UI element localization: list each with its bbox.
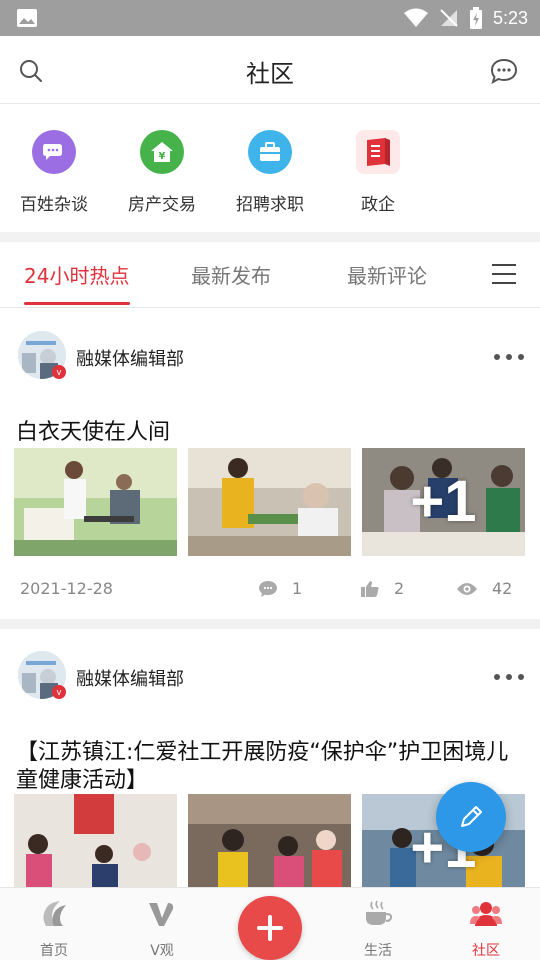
verified-badge: v <box>52 685 66 699</box>
comment-stat[interactable]: 1 <box>258 579 302 598</box>
more-images-count: +1 <box>410 469 477 534</box>
category-label: 招聘求职 <box>236 195 304 215</box>
eye-icon <box>457 582 477 595</box>
message-icon[interactable] <box>490 58 518 84</box>
view-count: 42 <box>492 579 513 598</box>
post-image[interactable] <box>188 794 351 887</box>
battery-icon <box>469 7 482 29</box>
svg-text:¥: ¥ <box>159 151 166 162</box>
post-date: 2021-12-28 <box>20 579 113 598</box>
post-author[interactable]: 融媒体编辑部 <box>76 345 184 371</box>
comment-icon <box>259 580 277 597</box>
post-image[interactable] <box>14 448 177 556</box>
more-options-icon[interactable] <box>494 354 524 362</box>
compose-button[interactable] <box>436 782 506 852</box>
nav-vview[interactable]: V观 <box>108 888 216 960</box>
thumbs-up-icon <box>361 580 379 597</box>
v-icon <box>149 903 174 926</box>
plus-icon <box>257 915 283 941</box>
image-notification-icon <box>17 9 37 27</box>
like-count: 2 <box>394 579 405 598</box>
category-housing[interactable]: ¥ 房产交易 <box>108 104 216 232</box>
category-jobs[interactable]: 招聘求职 <box>216 104 324 232</box>
house-yuan-icon: ¥ <box>140 130 184 174</box>
app-header: 社区 <box>0 36 540 104</box>
view-stat: 42 <box>456 579 512 598</box>
category-row: 百姓杂谈 ¥ 房产交易 招聘求职 政企 <box>0 104 540 232</box>
briefcase-icon <box>248 130 292 174</box>
tab-hot[interactable]: 24小时热点 <box>24 260 129 289</box>
category-gov[interactable]: 政企 <box>324 104 432 232</box>
chat-bubbles-icon <box>32 130 76 174</box>
verified-badge: v <box>52 365 66 379</box>
post-divider <box>0 619 540 629</box>
post-title[interactable]: 【江苏镇江:仁爱社工开展防疫“保护伞”护卫困境儿童健康活动】 <box>16 739 524 795</box>
tab-underline <box>24 302 130 305</box>
status-bar: 5:23 <box>0 0 540 36</box>
category-label: 房产交易 <box>128 195 196 215</box>
tab-latest-comments[interactable]: 最新评论 <box>347 260 427 289</box>
status-time: 5:23 <box>492 7 528 28</box>
nav-label: 生活 <box>364 943 392 959</box>
nav-label: 社区 <box>472 943 500 959</box>
page-title: 社区 <box>246 60 294 88</box>
post-author[interactable]: 融媒体编辑部 <box>76 665 184 691</box>
book-icon <box>356 130 400 174</box>
post-image[interactable] <box>14 794 177 887</box>
category-label: 政企 <box>361 195 395 215</box>
tab-latest[interactable]: 最新发布 <box>191 260 271 289</box>
menu-icon[interactable] <box>492 264 516 284</box>
pencil-icon <box>461 806 482 827</box>
community-icon <box>470 902 502 926</box>
nav-life[interactable]: 生活 <box>324 888 432 960</box>
post-image[interactable] <box>188 448 351 556</box>
like-stat[interactable]: 2 <box>360 579 404 598</box>
post-title[interactable]: 白衣天使在人间 <box>16 419 524 447</box>
no-signal-icon <box>440 9 458 27</box>
tab-bar: 24小时热点 最新发布 最新评论 <box>0 242 540 308</box>
nav-home[interactable]: 首页 <box>0 888 108 960</box>
coffee-cup-icon <box>366 900 393 925</box>
wifi-icon <box>403 8 428 27</box>
more-options-icon[interactable] <box>494 674 524 682</box>
post-image[interactable]: +1 <box>362 448 525 556</box>
section-divider <box>0 232 540 242</box>
post-meta: 2021-12-28 1 2 42 <box>20 579 520 603</box>
post-card[interactable]: v 融媒体编辑部 白衣天使在人间 +1 2021-12-28 1 2 42 <box>0 309 540 619</box>
nav-label: 首页 <box>40 943 68 959</box>
publish-button[interactable] <box>238 896 302 960</box>
post-images: +1 <box>14 448 526 556</box>
category-label: 百姓杂谈 <box>20 195 88 215</box>
comment-count: 1 <box>292 579 303 598</box>
bottom-nav: 首页 V观 生活 社区 <box>0 887 540 960</box>
nav-label: V观 <box>150 943 174 959</box>
home-logo-icon <box>43 901 66 926</box>
category-chat[interactable]: 百姓杂谈 <box>0 104 108 232</box>
nav-community[interactable]: 社区 <box>432 888 540 960</box>
